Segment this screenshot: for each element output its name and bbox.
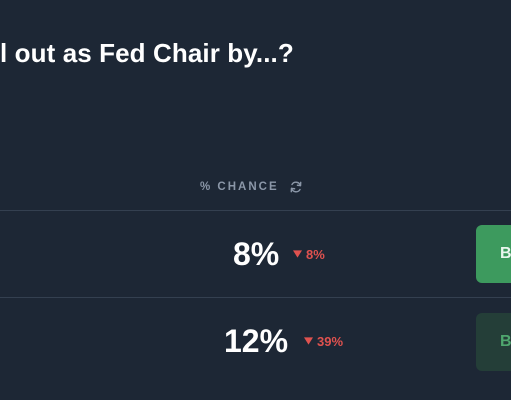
chance-column-header: % CHANCE: [200, 180, 303, 194]
market-page: l out as Fed Chair by...? % CHANCE 8% 8%…: [0, 0, 511, 400]
chance-value: 12%: [224, 322, 289, 359]
chance-delta: 39%: [304, 298, 343, 384]
buy-yes-button[interactable]: Bu: [476, 313, 511, 371]
chance-delta-value: 39%: [317, 333, 344, 349]
outcome-row[interactable]: 8% 8%: [0, 211, 511, 297]
refresh-icon[interactable]: [289, 180, 303, 194]
question-title: l out as Fed Chair by...?: [0, 38, 294, 68]
down-arrow-icon: [293, 250, 302, 258]
outcome-row[interactable]: 12% 39%: [0, 298, 511, 384]
buy-button-label: Bu: [500, 333, 511, 350]
down-arrow-icon: [304, 337, 313, 345]
buy-button-label: B: [500, 245, 511, 262]
chance-value: 8%: [233, 235, 280, 272]
chance-delta: 8%: [293, 211, 325, 297]
chance-delta-value: 8%: [306, 246, 325, 262]
chance-header-label: % CHANCE: [200, 181, 279, 193]
buy-yes-button[interactable]: B: [476, 225, 511, 283]
